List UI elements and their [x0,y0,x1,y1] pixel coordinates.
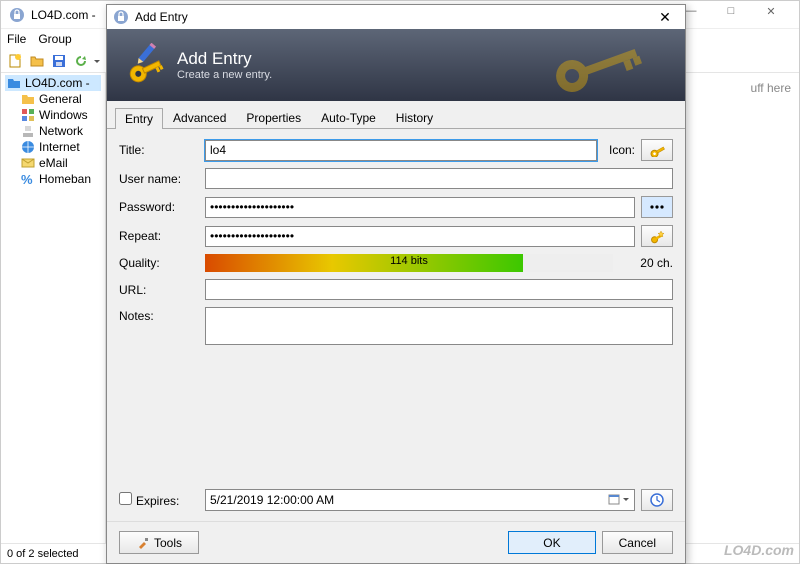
icon-label: Icon: [609,143,635,157]
calendar-icon [608,493,620,508]
tree-item-internet[interactable]: Internet [5,139,101,155]
add-entry-dialog: Add Entry ✕ Add Entry Create a new entry… [106,4,686,564]
mail-icon [21,156,35,170]
save-icon[interactable] [49,51,69,71]
dialog-close-button[interactable]: ✕ [651,9,679,26]
network-icon [21,124,35,138]
entry-tab-body: Title: Icon: User name: Password: Repeat… [107,128,685,521]
tab-advanced[interactable]: Advanced [163,107,236,128]
tab-autotype[interactable]: Auto-Type [311,107,386,128]
tree-item-network[interactable]: Network [5,123,101,139]
dropdown-arrow-icon[interactable] [93,51,101,71]
group-tree: LO4D.com - General Windows Network Inter… [1,73,106,543]
tab-history[interactable]: History [386,107,443,128]
svg-text:%: % [21,172,33,186]
tree-root[interactable]: LO4D.com - [5,75,101,91]
expires-datetime[interactable]: 5/21/2019 12:00:00 AM [205,489,635,511]
selection-count: 0 of 2 selected [7,548,79,560]
expires-preset-button[interactable] [641,489,673,511]
new-file-icon[interactable] [5,51,25,71]
pencil-key-icon [121,43,165,87]
close-button[interactable]: ✕ [751,5,791,25]
dialog-footer: Tools OK Cancel [107,521,685,563]
lock-icon [113,9,129,25]
tab-properties[interactable]: Properties [236,107,311,128]
ok-button[interactable]: OK [508,531,595,554]
windows-icon [21,108,35,122]
expires-checkbox[interactable] [119,492,132,505]
repeat-label: Repeat: [119,229,199,243]
username-label: User name: [119,172,199,186]
repeat-input[interactable] [205,226,635,247]
url-label: URL: [119,283,199,297]
notes-input[interactable] [205,307,673,345]
title-label: Title: [119,143,199,157]
title-input[interactable] [205,140,597,161]
quality-bits: 114 bits [205,255,613,267]
toggle-password-button[interactable] [641,196,673,218]
globe-icon [21,140,35,154]
expires-label: Expires: [119,492,199,508]
tools-button[interactable]: Tools [119,531,199,554]
icon-picker-button[interactable] [641,139,673,161]
menu-file[interactable]: File [7,32,26,46]
url-input[interactable] [205,279,673,300]
cancel-button[interactable]: Cancel [602,531,673,554]
notes-label: Notes: [119,307,199,323]
database-icon [7,76,21,90]
refresh-icon[interactable] [71,51,91,71]
tree-item-homebanking[interactable]: % Homeban [5,171,101,187]
menu-group[interactable]: Group [38,32,71,46]
tree-item-windows[interactable]: Windows [5,107,101,123]
dialog-header-title: Add Entry [177,49,272,69]
tab-entry[interactable]: Entry [115,108,163,129]
password-input[interactable] [205,197,635,218]
dialog-header-subtitle: Create a new entry. [177,69,272,81]
dialog-titlebar[interactable]: Add Entry ✕ [107,5,685,29]
key-bg-icon [535,34,675,97]
open-folder-icon[interactable] [27,51,47,71]
password-label: Password: [119,200,199,214]
username-input[interactable] [205,168,673,189]
tree-item-general[interactable]: General [5,91,101,107]
lock-icon [9,7,25,23]
generate-password-button[interactable] [641,225,673,247]
main-title: LO4D.com - [31,8,96,22]
dropdown-arrow-icon [622,493,630,507]
quality-chars: 20 ch. [623,256,673,270]
dialog-tabs: Entry Advanced Properties Auto-Type Hist… [107,101,685,128]
quality-label: Quality: [119,256,199,270]
dialog-title: Add Entry [135,10,188,24]
folder-icon [21,92,35,106]
tree-item-email[interactable]: eMail [5,155,101,171]
quality-bar: 114 bits [205,254,613,272]
maximize-button[interactable]: □ [711,5,751,25]
dialog-header: Add Entry Create a new entry. [107,29,685,101]
percent-icon: % [21,172,35,186]
